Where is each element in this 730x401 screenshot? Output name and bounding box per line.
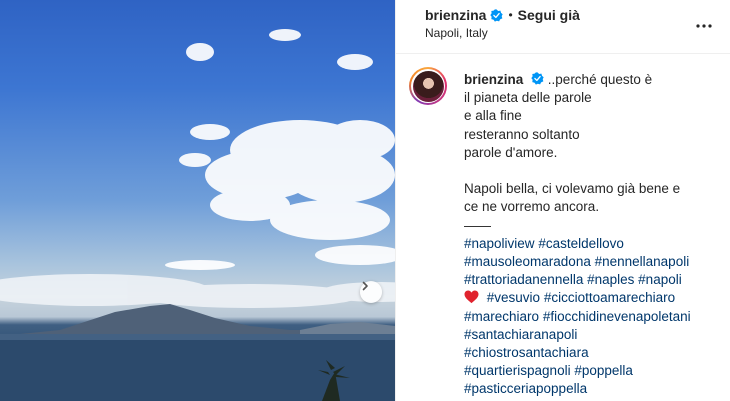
hashtag-row: #vesuvio #cicciottoamarechiaro [464, 289, 726, 307]
caption-gap [464, 162, 726, 180]
hashtag-link[interactable]: #vesuvio [487, 290, 540, 305]
avatar-border [411, 69, 445, 103]
post-header: brienzina • Segui già Napoli, Italy [396, 0, 730, 54]
hashtag-row: #napoliview #casteldellovo [464, 235, 726, 253]
hashtag-link[interactable]: #fiocchidinevenapoletani [543, 309, 691, 324]
hashtag-link[interactable]: #trattoriadanennella [464, 272, 583, 287]
chevron-right-icon [362, 281, 368, 291]
caption-line: il pianeta delle parole [464, 90, 592, 106]
hashtag-row: #pasticceriapoppella [464, 380, 726, 398]
hashtag-link[interactable]: #nennellanapoli [595, 254, 690, 269]
caption-line: ..perché questo è [547, 72, 653, 87]
caption-line: ce ne vorremo ancora. [464, 199, 600, 215]
post-caption: brienzina ..perché questo è il pianeta d… [464, 71, 726, 399]
caption-username[interactable]: brienzina [464, 72, 523, 87]
caption-first-line: brienzina ..perché questo è [464, 71, 726, 89]
caption-line: resteranno soltanto [464, 126, 580, 142]
verified-badge-icon [490, 8, 504, 22]
header-username[interactable]: brienzina [425, 7, 486, 23]
hashtag-link[interactable]: #casteldellovo [538, 236, 624, 251]
caption-line: Napoli bella, ci volevamo già bene e [464, 181, 681, 197]
caption-separator: —— [464, 217, 491, 233]
hashtag-row: #mausoleomaradona #nennellanapoli [464, 253, 726, 271]
hashtag-link[interactable]: #chiostrosantachiara [464, 345, 589, 360]
separator-dot: • [508, 8, 513, 22]
red-heart-emoji-icon [464, 290, 479, 304]
hashtag-link[interactable]: #mausoleomaradona [464, 254, 591, 269]
photo-scene [0, 29, 395, 401]
location-link[interactable]: Napoli, Italy [425, 26, 488, 40]
verified-badge-icon [531, 72, 544, 85]
caption-line: e alla fine [464, 108, 522, 124]
hashtag-row: #santachiaranapoli [464, 326, 726, 344]
more-options-icon [696, 24, 712, 28]
post-photo[interactable] [0, 0, 395, 401]
hashtag-row: #chiostrosantachiara [464, 344, 726, 362]
next-image-button[interactable] [360, 281, 382, 303]
follow-button[interactable]: Segui già [518, 7, 580, 23]
hashtag-link[interactable]: #quartierispagnoli [464, 363, 571, 378]
hashtag-link[interactable]: #napoli [638, 272, 682, 287]
hashtag-link[interactable]: #naples [587, 272, 634, 287]
avatar [412, 70, 444, 102]
header-line: brienzina • Segui già [425, 7, 580, 23]
caption-line: parole d'amore. [464, 144, 558, 160]
hashtag-link[interactable]: #napoliview [464, 236, 535, 251]
hashtag-row: #trattoriadanennella #naples #napoli [464, 271, 726, 289]
hashtag-link[interactable]: #santachiaranapoli [464, 327, 577, 342]
hashtag-link[interactable]: #poppella [574, 363, 633, 378]
hashtag-link[interactable]: #cicciottoamarechiaro [544, 290, 675, 305]
hashtag-link[interactable]: #pasticceriapoppella [464, 381, 587, 396]
hashtag-row: #quartierispagnoli #poppella [464, 362, 726, 380]
hashtag-row: #marechiaro #fiocchidinevenapoletani [464, 308, 726, 326]
post-sidebar: brienzina • Segui già Napoli, Italy brie… [395, 0, 730, 401]
more-options-button[interactable] [692, 14, 716, 38]
avatar-story-ring[interactable] [409, 67, 447, 105]
hashtag-link[interactable]: #marechiaro [464, 309, 539, 324]
